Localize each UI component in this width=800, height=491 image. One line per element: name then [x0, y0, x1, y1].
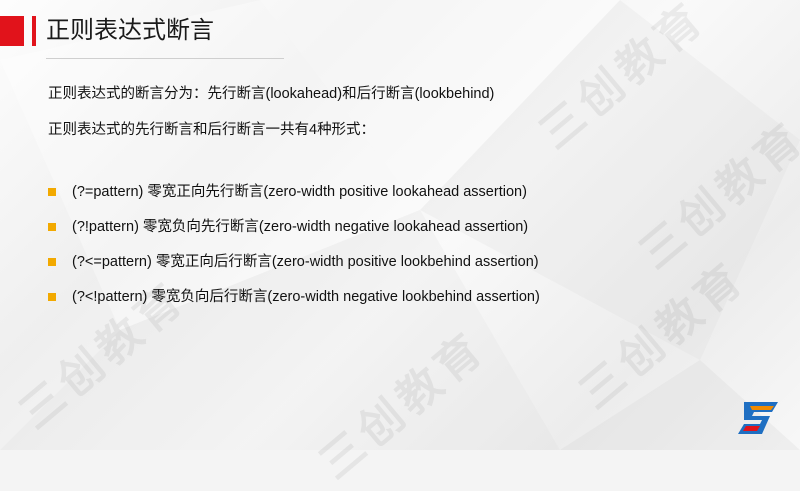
list-item-text: (?<!pattern) 零宽负向后行断言(zero-width negativ… [72, 289, 540, 305]
list-item-text: (?=pattern) 零宽正向先行断言(zero-width positive… [72, 184, 527, 200]
accent-block [0, 16, 24, 46]
accent-bar [32, 16, 36, 46]
intro-paragraph: 正则表达式的断言分为：先行断言(lookahead)和后行断言(lookbehi… [48, 86, 495, 102]
list-item: (?=pattern) 零宽正向先行断言(zero-width positive… [48, 181, 540, 216]
list-item-text: (?!pattern) 零宽负向先行断言(zero-width negative… [72, 219, 529, 235]
list-item-text: (?<=pattern) 零宽正向后行断言(zero-width positiv… [72, 254, 539, 270]
assertion-list: (?=pattern) 零宽正向先行断言(zero-width positive… [48, 181, 540, 321]
list-item: (?<=pattern) 零宽正向后行断言(zero-width positiv… [48, 251, 540, 286]
square-bullet-icon [48, 223, 56, 231]
slide-header: 正则表达式断言 [0, 14, 290, 59]
square-bullet-icon [48, 188, 56, 196]
intro-paragraph: 正则表达式的先行断言和后行断言一共有4种形式： [48, 122, 376, 138]
title-underline [46, 58, 284, 59]
list-item: (?<!pattern) 零宽负向后行断言(zero-width negativ… [48, 286, 540, 321]
square-bullet-icon [48, 293, 56, 301]
square-bullet-icon [48, 258, 56, 266]
company-logo-icon [738, 402, 778, 434]
list-item: (?!pattern) 零宽负向先行断言(zero-width negative… [48, 216, 540, 251]
slide-title: 正则表达式断言 [46, 17, 214, 44]
